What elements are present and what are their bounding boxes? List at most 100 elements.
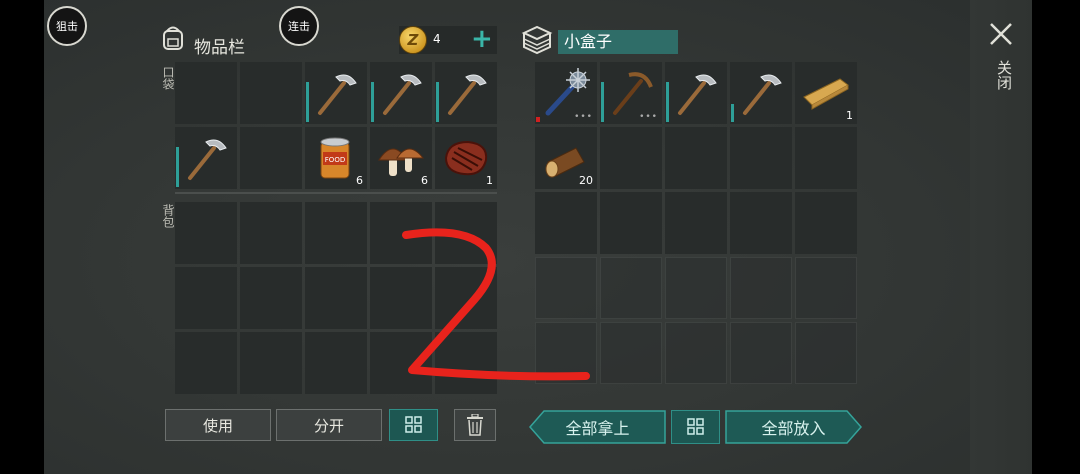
coin-count: 4 (433, 32, 441, 46)
split-button[interactable]: 分开 (276, 409, 382, 441)
pocket-slot-canned-food[interactable]: FOOD 6 (305, 127, 367, 189)
backpack-slot[interactable] (435, 267, 497, 329)
trash-icon (467, 414, 483, 436)
pocket-slot-steak[interactable]: 1 (435, 127, 497, 189)
durability-bar (436, 82, 439, 122)
backpack-slot[interactable] (175, 202, 237, 264)
box-slot[interactable] (665, 127, 727, 189)
inventory-title: 物品栏 (194, 38, 245, 58)
add-coins-button[interactable]: + (471, 24, 493, 54)
backpack-slot[interactable] (370, 202, 432, 264)
put-all-button[interactable]: 全部放入 (725, 410, 862, 444)
box-slot-log[interactable]: 20 (535, 127, 597, 189)
backpack-slot[interactable] (370, 267, 432, 329)
grid-icon (404, 416, 422, 433)
box-slot[interactable] (665, 257, 727, 319)
backpack-slot[interactable] (435, 202, 497, 264)
take-all-button[interactable]: 全部拿上 (529, 410, 666, 444)
box-slot[interactable] (730, 257, 792, 319)
box-slot-pickaxe-wood[interactable]: ••• (600, 62, 662, 124)
box-slot[interactable] (600, 257, 662, 319)
combo-button[interactable]: 连击 (279, 6, 319, 46)
box-slot[interactable] (535, 192, 597, 254)
backpack-slot[interactable] (175, 332, 237, 394)
coin-display: Z 4 + (399, 24, 497, 54)
letterbox-left (0, 0, 44, 474)
item-count: 20 (579, 174, 593, 187)
box-slot-pickaxe[interactable] (730, 62, 792, 124)
pocket-divider (175, 192, 497, 194)
sort-inventory-button[interactable] (389, 409, 438, 441)
durability-bar (306, 82, 309, 122)
backpack-slot[interactable] (240, 267, 302, 329)
box-slot[interactable] (730, 192, 792, 254)
pocket-slot[interactable] (240, 62, 302, 124)
box-icon (521, 25, 553, 55)
box-slot[interactable] (730, 322, 792, 384)
box-slot[interactable] (795, 192, 857, 254)
box-slot[interactable] (795, 257, 857, 319)
backpack-slot[interactable] (435, 332, 497, 394)
pocket-slot[interactable] (175, 62, 237, 124)
box-slot[interactable] (795, 322, 857, 384)
box-slot-spiked-club[interactable]: ••• (535, 62, 597, 124)
backpack-slot[interactable] (305, 202, 367, 264)
backpack-grid (175, 202, 497, 394)
pickaxe-icon (318, 74, 357, 115)
sort-box-button[interactable] (671, 410, 720, 444)
box-slot[interactable] (600, 192, 662, 254)
box-slot[interactable] (535, 322, 597, 384)
canned-food-icon: FOOD (320, 137, 350, 179)
box-grid: ••• ••• 1 20 (535, 62, 857, 384)
mushroom-icon (378, 148, 425, 176)
item-dots: ••• (574, 112, 593, 122)
pocket-slot-pickaxe[interactable] (305, 62, 367, 124)
trash-button[interactable] (454, 409, 496, 441)
close-icon[interactable] (987, 20, 1015, 48)
pocket-slot-mushrooms[interactable]: 6 (370, 127, 432, 189)
item-count: 6 (356, 174, 363, 187)
coin-icon: Z (399, 26, 427, 54)
game-screen: 狙击 连击 物品栏 Z 4 + 小盒子 口袋 背包 FOOD 6 6 1 •••… (44, 0, 1032, 474)
backpack-slot[interactable] (240, 202, 302, 264)
close-label[interactable]: 关闭 (994, 60, 1015, 90)
pocket-slot-pickaxe[interactable] (435, 62, 497, 124)
box-slot[interactable] (600, 322, 662, 384)
box-slot-pickaxe[interactable] (665, 62, 727, 124)
item-count: 1 (846, 109, 853, 122)
steak-icon (444, 140, 488, 176)
pocket-grid: FOOD 6 6 1 (175, 62, 497, 189)
snipe-button[interactable]: 狙击 (47, 6, 87, 46)
durability-bar (176, 147, 179, 187)
item-count: 6 (421, 174, 428, 187)
grid-icon (686, 418, 704, 435)
box-slot[interactable] (730, 127, 792, 189)
pickaxe-icon (383, 74, 422, 115)
backpack-slot[interactable] (175, 267, 237, 329)
backpack-slot[interactable] (240, 332, 302, 394)
use-button[interactable]: 使用 (165, 409, 271, 441)
box-slot[interactable] (795, 127, 857, 189)
take-all-label: 全部拿上 (565, 419, 630, 438)
pickaxe-icon (188, 139, 227, 180)
box-name-field[interactable]: 小盒子 (558, 30, 678, 54)
box-slot-plank[interactable]: 1 (795, 62, 857, 124)
plank-icon (803, 78, 849, 110)
pocket-slot[interactable] (240, 127, 302, 189)
box-slot[interactable] (665, 322, 727, 384)
box-slot[interactable] (600, 127, 662, 189)
pocket-slot-pickaxe[interactable] (175, 127, 237, 189)
pocket-slot-pickaxe[interactable] (370, 62, 432, 124)
box-slot[interactable] (535, 257, 597, 319)
box-slot[interactable] (665, 192, 727, 254)
durability-bar (731, 104, 734, 122)
item-count: 1 (486, 174, 493, 187)
pickaxe-icon (448, 74, 487, 115)
pickaxe-icon (743, 74, 782, 115)
backpack-slot[interactable] (370, 332, 432, 394)
backpack-slot[interactable] (305, 332, 367, 394)
item-dots: ••• (639, 112, 658, 122)
backpack-slot[interactable] (305, 267, 367, 329)
letterbox-right (1032, 0, 1080, 474)
durability-bar (666, 82, 669, 122)
